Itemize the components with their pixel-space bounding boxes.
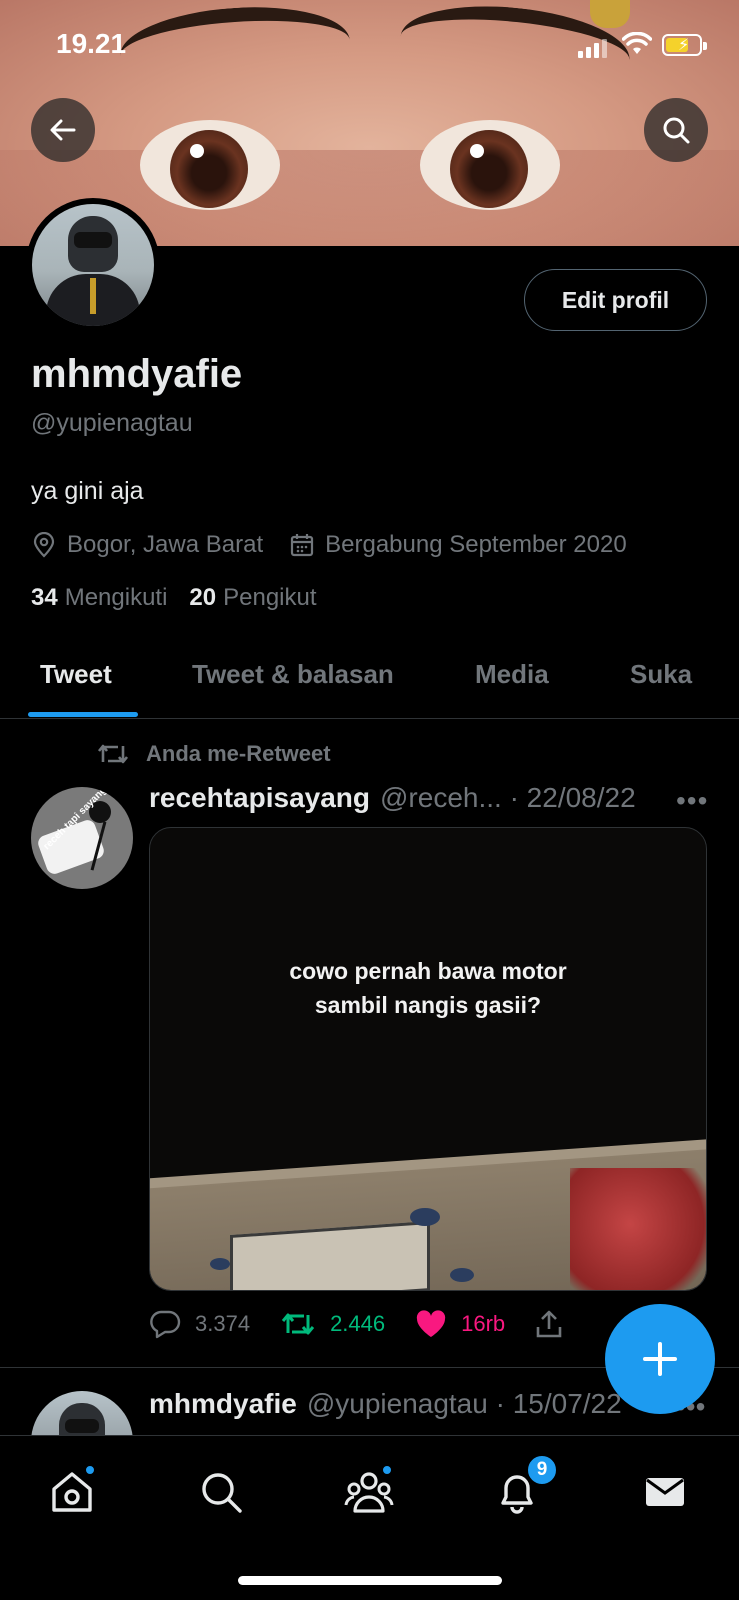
tweet-media-caption: cowo pernah bawa motor sambil nangis gas… (289, 958, 567, 1018)
following-link[interactable]: 34 Mengikuti (31, 584, 167, 612)
retweet-note: Anda me-Retweet (96, 741, 331, 767)
location-pin-icon (33, 532, 55, 558)
profile-handle: @yupienagtau (31, 409, 193, 437)
search-icon (663, 117, 690, 144)
signal-icon (578, 38, 608, 58)
profile-joined: Bergabung September 2020 (289, 531, 627, 559)
follow-stats: 34 Mengikuti 20 Pengikut (31, 584, 339, 612)
share-button[interactable] (535, 1309, 577, 1339)
heart-icon (416, 1310, 446, 1337)
plus-icon (643, 1342, 677, 1376)
mail-icon (646, 1478, 684, 1506)
tweet-author-name[interactable]: mhmdyafie (149, 1388, 297, 1420)
edit-profile-button[interactable]: Edit profil (524, 269, 707, 331)
search-button[interactable] (644, 98, 708, 162)
active-tab-indicator (28, 712, 138, 717)
tweet-more-icon[interactable]: ••• (676, 785, 708, 817)
tweet-actions: 3.374 2.446 16rb (149, 1306, 607, 1342)
profile-bio: ya gini aja (31, 477, 144, 505)
notifications-badge: 9 (526, 1454, 558, 1486)
tweet-media[interactable]: cowo pernah bawa motor sambil nangis gas… (149, 827, 707, 1291)
home-indicator[interactable] (238, 1576, 502, 1585)
back-button[interactable] (31, 98, 95, 162)
search-icon (202, 1473, 242, 1513)
retweet-button[interactable]: 2.446 (280, 1310, 385, 1338)
retweet-icon (97, 744, 129, 764)
nav-home[interactable] (42, 1462, 102, 1522)
followers-link[interactable]: 20 Pengikut (189, 584, 316, 612)
tab-media[interactable]: Media (475, 659, 549, 690)
tweet-handle-date: @receh... · 22/08/22 (380, 782, 636, 813)
tweet-header: mhmdyafie @yupienagtau · 15/07/22 (149, 1388, 622, 1420)
retweet-icon (281, 1313, 315, 1335)
tweet-author-name[interactable]: recehtapisayang (149, 782, 370, 814)
tweet-header: recehtapisayang @receh... · 22/08/22 (149, 782, 636, 814)
battery-icon: ⚡ (662, 34, 707, 56)
arrow-left-icon (50, 119, 76, 141)
nav-messages[interactable] (635, 1462, 695, 1522)
status-time: 19.21 (56, 28, 127, 59)
profile-name: mhmdyafie (31, 352, 243, 396)
like-button[interactable]: 16rb (415, 1310, 505, 1338)
tweet-avatar[interactable]: receh tapi sayang (31, 787, 133, 889)
tab-likes[interactable]: Suka (630, 659, 692, 690)
status-bar: 19.21 ⚡ (0, 0, 739, 90)
wifi-icon (622, 32, 652, 54)
calendar-icon (291, 534, 314, 557)
tweet-handle-date: @yupienagtau · 15/07/22 (306, 1388, 622, 1419)
nav-communities[interactable] (339, 1462, 399, 1522)
tab-tweet-replies[interactable]: Tweet & balasan (192, 659, 394, 690)
profile-location: Bogor, Jawa Barat (31, 531, 263, 559)
nav-search[interactable] (191, 1462, 251, 1522)
tabs-divider (0, 718, 739, 719)
profile-avatar[interactable] (26, 198, 160, 332)
compose-tweet-button[interactable] (605, 1304, 715, 1414)
share-icon (536, 1310, 562, 1338)
profile-meta: Bogor, Jawa Barat Bergabung September 20… (31, 528, 653, 562)
reply-button[interactable]: 3.374 (149, 1309, 250, 1339)
comment-icon (150, 1310, 181, 1339)
tab-tweet[interactable]: Tweet (40, 659, 112, 690)
